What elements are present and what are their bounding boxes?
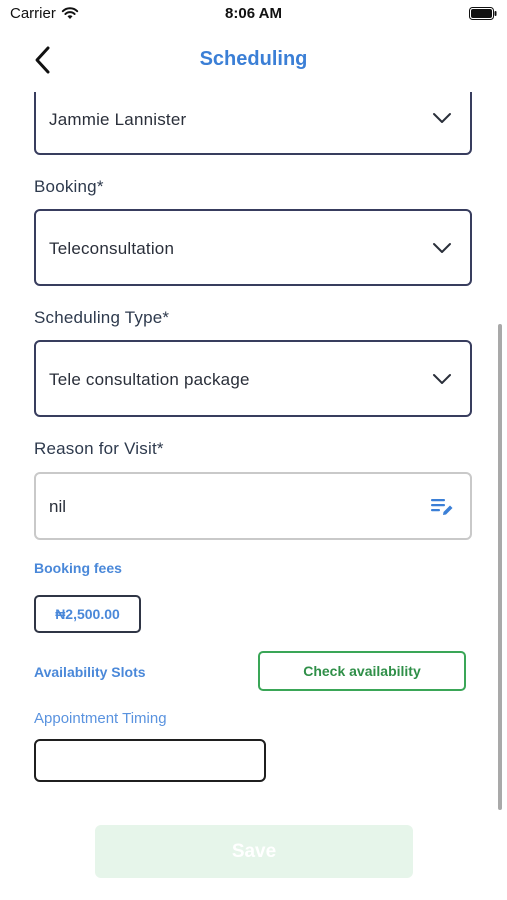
edit-notes-icon[interactable]: [430, 496, 454, 518]
booking-fees-label: Booking fees: [34, 560, 122, 576]
scheduling-type-label: Scheduling Type*: [34, 308, 170, 327]
status-bar: Carrier 8:06 AM: [0, 0, 507, 28]
chevron-down-icon: [433, 113, 451, 123]
patient-select[interactable]: Jammie Lannister: [34, 92, 472, 155]
reason-input-value: nil: [49, 497, 67, 516]
appointment-timing-label: Appointment Timing: [34, 710, 167, 727]
booking-label: Booking*: [34, 177, 104, 196]
status-time: 8:06 AM: [225, 5, 282, 22]
appointment-timing-input[interactable]: [34, 739, 266, 782]
scrollbar[interactable]: [498, 324, 502, 810]
scheduling-type-select[interactable]: Tele consultation package: [34, 340, 472, 417]
booking-fee-amount: ₦2,500.00: [34, 595, 141, 633]
reason-label: Reason for Visit*: [34, 439, 164, 458]
availability-slots-label: Availability Slots: [34, 664, 146, 680]
reason-input[interactable]: nil: [34, 472, 472, 540]
patient-select-value: Jammie Lannister: [49, 110, 187, 129]
check-availability-button[interactable]: Check availability: [258, 651, 466, 691]
chevron-down-icon: [433, 374, 451, 384]
save-button[interactable]: Save: [95, 825, 413, 878]
scheduling-type-select-value: Tele consultation package: [49, 370, 250, 389]
form-scroll-area[interactable]: Jammie Lannister Booking* Teleconsultati…: [0, 92, 507, 810]
nav-bar: Scheduling: [0, 28, 507, 92]
booking-select-value: Teleconsultation: [49, 239, 175, 258]
page-title: Scheduling: [199, 48, 308, 70]
booking-select[interactable]: Teleconsultation: [34, 209, 472, 286]
battery-icon: [469, 7, 497, 20]
chevron-down-icon: [433, 243, 451, 253]
